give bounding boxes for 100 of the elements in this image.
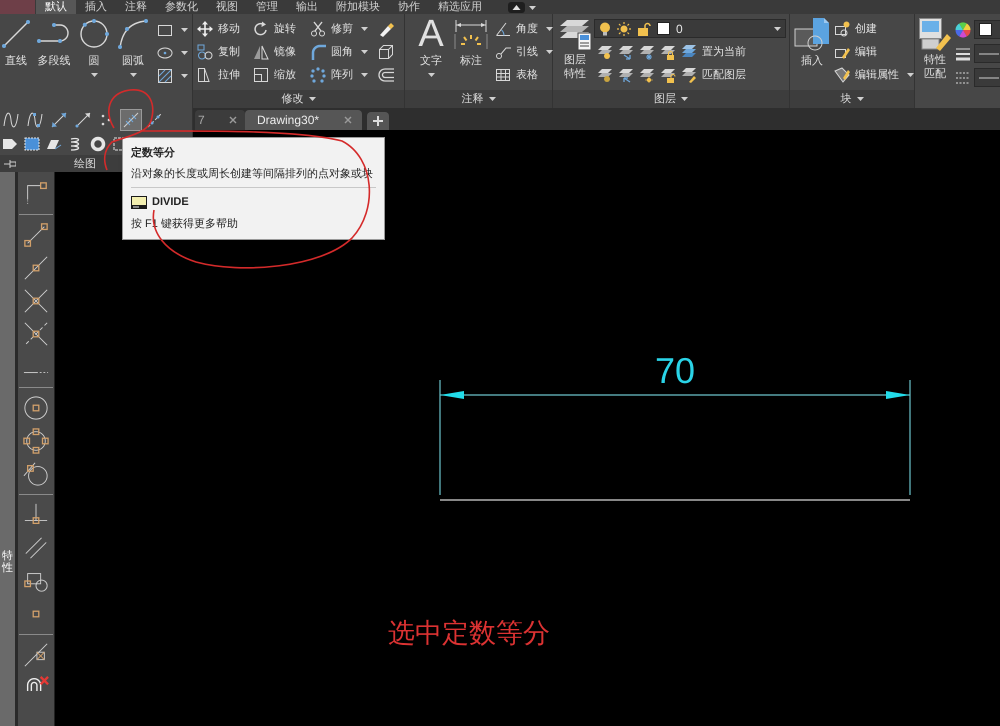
ribbon-tab[interactable]: 协作 bbox=[389, 0, 429, 14]
color-dropdown[interactable] bbox=[974, 20, 1000, 39]
ribbon-tab[interactable]: 参数化 bbox=[156, 0, 207, 14]
layer-properties-button[interactable]: 图层特性 bbox=[557, 17, 593, 81]
layers-arrow-icon[interactable] bbox=[618, 44, 634, 60]
copy-button[interactable]: 复制 bbox=[197, 43, 253, 61]
text-button[interactable]: A 文字 bbox=[411, 17, 451, 77]
circle-tangent-icon[interactable] bbox=[23, 461, 49, 487]
tooltip-title: 定数等分 bbox=[131, 146, 176, 161]
square-circles-icon bbox=[197, 44, 213, 60]
layers-snowflake-icon[interactable] bbox=[639, 44, 655, 60]
match-layer-button[interactable]: 匹配图层 bbox=[681, 66, 746, 84]
file-tab[interactable]: 7 bbox=[195, 110, 245, 130]
block-page-icon bbox=[794, 17, 830, 51]
edit-attributes-button[interactable]: 编辑属性 bbox=[834, 66, 914, 84]
array-button[interactable]: 阵列 bbox=[310, 66, 378, 84]
layers-unlock-icon[interactable] bbox=[660, 66, 676, 82]
hatch-button[interactable] bbox=[157, 67, 188, 85]
color-wheel-icon[interactable] bbox=[955, 22, 971, 38]
panel-title-button[interactable]: 块 bbox=[840, 92, 864, 106]
palette-label[interactable]: 特性 bbox=[2, 550, 13, 574]
circular-arrow-icon bbox=[253, 21, 269, 37]
sun-icon bbox=[617, 22, 631, 36]
hatched-square-icon bbox=[157, 68, 173, 84]
layer-dropdown[interactable]: 0 bbox=[594, 19, 786, 38]
leader-button[interactable]: 引线 bbox=[495, 43, 553, 61]
stretch-button[interactable]: 拉伸 bbox=[197, 66, 253, 84]
text-glyph: A bbox=[418, 17, 444, 51]
dashed-cross-square-icon[interactable] bbox=[23, 321, 49, 347]
ellipse-icon bbox=[157, 45, 173, 61]
open-lock-icon bbox=[637, 22, 651, 36]
layers-lock-icon[interactable] bbox=[660, 44, 676, 60]
layers-arrow-icon[interactable] bbox=[618, 66, 634, 82]
ribbon-tab[interactable]: 附加模块 bbox=[327, 0, 389, 14]
line-sample-icon bbox=[979, 76, 999, 80]
trim-button[interactable]: 修剪 bbox=[310, 20, 378, 38]
panel-title-button[interactable]: 图层 bbox=[654, 92, 688, 106]
layers-bulb-icon[interactable] bbox=[597, 66, 613, 82]
panel-title-button[interactable]: 绘图 bbox=[72, 156, 98, 170]
caret-icon bbox=[774, 26, 781, 30]
cross-square-icon[interactable] bbox=[23, 288, 49, 314]
display-toggle-icon[interactable] bbox=[508, 2, 536, 12]
polyline-button[interactable]: 多段线 bbox=[35, 17, 73, 68]
caret-icon bbox=[681, 97, 688, 101]
move-button[interactable]: 移动 bbox=[197, 20, 253, 38]
new-tab-button[interactable] bbox=[367, 112, 389, 130]
set-current-button[interactable]: 置为当前 bbox=[681, 42, 746, 60]
angle-button[interactable]: 角度 bbox=[495, 20, 553, 38]
tag-pencil-icon bbox=[834, 67, 850, 83]
panel-title-button[interactable]: 修改 bbox=[282, 92, 316, 106]
filled-rectangle-icon bbox=[24, 136, 40, 152]
circle-quadrant-squares-icon[interactable] bbox=[23, 428, 49, 454]
window-icon bbox=[131, 196, 147, 208]
file-tab[interactable]: Drawing30* bbox=[245, 110, 362, 130]
ribbon-tab[interactable]: 精选应用 bbox=[429, 0, 491, 14]
rotate-button[interactable]: 旋转 bbox=[253, 20, 310, 38]
ribbon-tab[interactable]: 注释 bbox=[116, 0, 156, 14]
insert-button[interactable]: 插入 bbox=[793, 17, 831, 68]
table-button[interactable]: 表格 bbox=[495, 66, 553, 84]
match-properties-button[interactable]: 特性匹配 bbox=[918, 17, 952, 81]
dashed-line-points-icon bbox=[147, 112, 163, 128]
close-icon[interactable] bbox=[229, 116, 237, 124]
line-hourglass-icon[interactable] bbox=[23, 642, 49, 668]
scale-button[interactable]: 缩放 bbox=[253, 66, 310, 84]
table-icon bbox=[495, 67, 511, 83]
eraser-icon[interactable] bbox=[378, 21, 394, 37]
ribbon-tab[interactable]: 管理 bbox=[247, 0, 287, 14]
lineweight-dropdown[interactable] bbox=[974, 44, 1000, 63]
lineweight-icon[interactable] bbox=[955, 46, 971, 62]
circle-button[interactable]: 圆 bbox=[76, 17, 112, 77]
pin-icon[interactable] bbox=[4, 158, 16, 168]
wavy-curve-icon bbox=[3, 112, 19, 128]
ribbon-tab[interactable]: 默认 bbox=[36, 0, 76, 14]
dimension-button[interactable]: 标注 bbox=[451, 17, 491, 68]
linetype-dropdown[interactable] bbox=[974, 68, 1000, 87]
layers-bulb-icon[interactable] bbox=[597, 44, 613, 60]
ribbon-tab[interactable]: 输出 bbox=[287, 0, 327, 14]
nested-squares-icon bbox=[253, 67, 269, 83]
create-block-button[interactable]: 创建 bbox=[834, 20, 914, 38]
parallel-lines-icon[interactable] bbox=[23, 535, 49, 561]
panel-title-button[interactable]: 注释 bbox=[462, 92, 496, 106]
close-icon[interactable] bbox=[344, 116, 352, 124]
edit-block-button[interactable]: 编辑 bbox=[834, 43, 914, 61]
line-end-squares-icon[interactable] bbox=[23, 222, 49, 248]
layers-sun-icon[interactable] bbox=[639, 66, 655, 82]
line-ticks-icon bbox=[123, 112, 139, 128]
diagonal-line-icon bbox=[1, 19, 31, 49]
ribbon-tab[interactable]: 插入 bbox=[76, 0, 116, 14]
mirrored-triangles-icon bbox=[253, 44, 269, 60]
mirror-button[interactable]: 镜像 bbox=[253, 43, 310, 61]
ribbon-tab[interactable]: 视图 bbox=[207, 0, 247, 14]
ring-icon bbox=[90, 136, 106, 152]
double-arrow-line-icon bbox=[51, 112, 67, 128]
linetype-icon[interactable] bbox=[955, 70, 971, 86]
offset-curves-icon[interactable] bbox=[378, 67, 394, 83]
line-button[interactable]: 直线 bbox=[0, 17, 32, 68]
plus-icon bbox=[373, 116, 383, 126]
caret-icon bbox=[856, 97, 864, 101]
cube-outline-icon[interactable] bbox=[378, 44, 394, 60]
line-mid-square-icon[interactable] bbox=[23, 255, 49, 281]
